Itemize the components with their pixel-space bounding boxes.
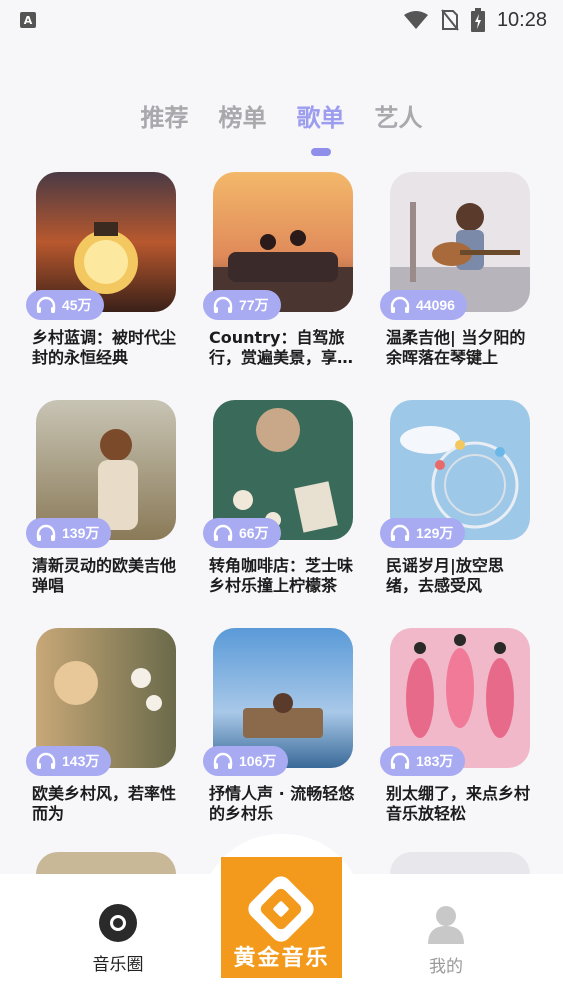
nav-label: 音乐圈 [92,955,144,975]
tab-artists[interactable]: 艺人 [375,98,423,133]
tab-playlists[interactable]: 歌单 [296,98,345,156]
play-count-badge: 106万 [203,746,289,776]
notification-a-icon: A [20,12,36,28]
headphones-icon [390,524,410,541]
headphones-icon [213,524,233,541]
playlist-card[interactable]: 44096 温柔吉他| 当夕阳的余晖落在琴键上 [378,172,533,372]
play-count-badge: 143万 [26,746,112,776]
play-count-badge: 129万 [380,518,466,548]
headphones-icon [213,752,233,769]
headphones-icon [390,296,410,313]
nav-music-circle[interactable]: 音乐圈 [68,904,168,975]
playlist-card[interactable]: 45万 乡村蓝调：被时代尘封的永恒经典 [24,172,179,372]
playlist-card[interactable]: 66万 转角咖啡店：芝士味乡村乐撞上柠檬茶 [201,400,356,600]
playlist-card[interactable]: 183万 别太绷了，来点乡村音乐放轻松 [378,628,533,828]
headphones-icon [390,752,410,769]
play-count: 106万 [239,753,277,769]
headphones-icon [36,524,56,541]
tab-playlists-label: 歌单 [296,104,345,132]
no-sim-icon [441,9,459,31]
play-count: 143万 [62,753,100,769]
play-count-badge: 44096 [380,290,467,320]
playlist-title: 欧美乡村风，若率性而为 [32,784,177,823]
playlist-title: 抒情人声 · 流畅轻悠的乡村乐 [209,784,355,823]
play-count-badge: 139万 [26,518,112,548]
active-tab-indicator [310,148,331,156]
tab-recommend[interactable]: 推荐 [141,98,189,133]
play-count: 45万 [62,297,92,313]
status-time: 10:28 [496,8,547,31]
playlist-card[interactable]: 77万 Country：自驾旅行，赏遍美景，享受自由 [201,172,356,372]
playlist-title: 温柔吉他| 当夕阳的余晖落在琴键上 [386,328,526,367]
nav-label: 我的 [429,957,463,977]
play-count-badge: 45万 [26,290,104,320]
category-tabs: 推荐 榜单 歌单 艺人 [0,98,563,156]
playlist-title: 乡村蓝调：被时代尘封的永恒经典 [32,328,177,367]
logo-text: 黄金音乐 [233,945,330,971]
status-right: 10:28 [403,8,547,32]
playlist-title: 民谣岁月|放空思绪，去感受风 [386,556,504,595]
playlist-card[interactable]: 129万 民谣岁月|放空思绪，去感受风 [378,400,533,600]
status-left: A [20,12,36,28]
golden-music-logo-button[interactable]: 黄金音乐 [221,857,342,978]
playlist-title: Country：自驾旅行，赏遍美景，享受自由 [209,328,354,367]
play-count: 66万 [239,525,269,541]
headphones-icon [36,296,56,313]
headphones-icon [36,752,56,769]
user-icon [428,906,464,944]
play-count: 183万 [416,753,454,769]
battery-charging-icon [470,8,485,32]
play-count: 77万 [239,297,269,313]
play-count: 139万 [62,525,100,541]
playlist-card[interactable]: 139万 清新灵动的欧美吉他弹唱 [24,400,179,600]
tab-charts[interactable]: 榜单 [219,98,267,133]
play-count-badge: 77万 [203,290,281,320]
headphones-icon [213,296,233,313]
wifi-icon [403,11,428,29]
playlist-title: 转角咖啡店：芝士味乡村乐撞上柠檬茶 [209,556,354,595]
playlist-title: 别太绷了，来点乡村音乐放轻松 [386,784,531,823]
play-count: 44096 [416,297,455,313]
playlist-title: 清新灵动的欧美吉他弹唱 [32,556,177,595]
playlist-grid: 45万 乡村蓝调：被时代尘封的永恒经典 77万 Country：自驾旅行，赏遍美… [24,172,544,828]
status-bar: A 10:28 [0,0,563,40]
nav-profile[interactable]: 我的 [396,904,496,977]
disc-icon [99,904,137,942]
playlist-card[interactable]: 143万 欧美乡村风，若率性而为 [24,628,179,828]
play-count: 129万 [416,525,454,541]
playlist-card[interactable]: 106万 抒情人声 · 流畅轻悠的乡村乐 [201,628,356,828]
play-count-badge: 66万 [203,518,281,548]
play-count-badge: 183万 [380,746,466,776]
